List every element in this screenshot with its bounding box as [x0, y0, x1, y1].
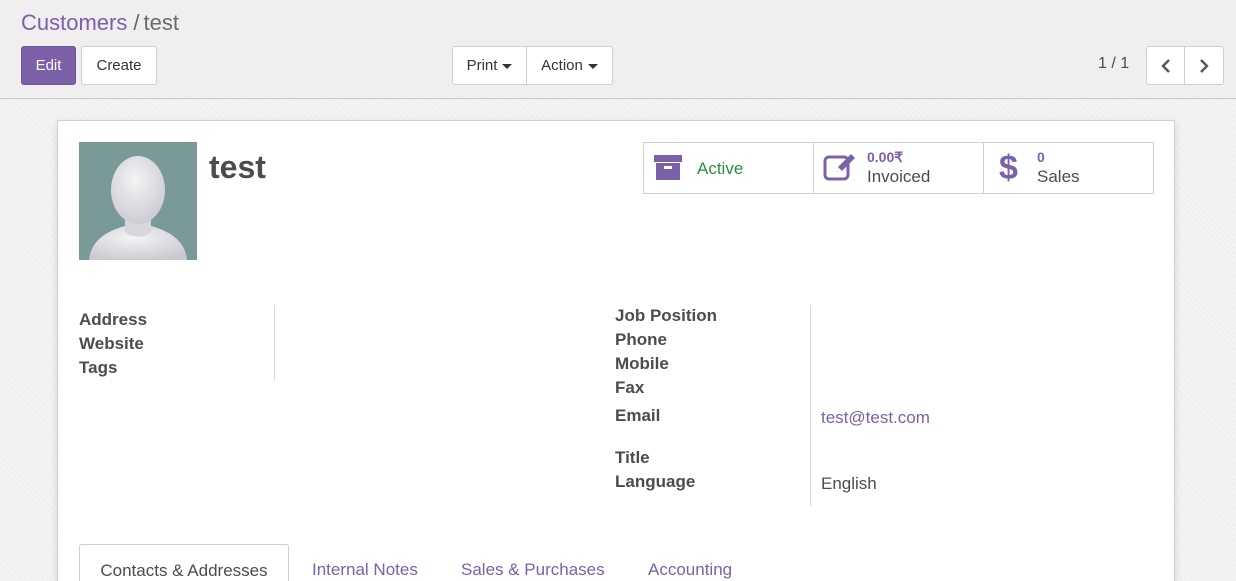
phone-label: Phone — [615, 330, 667, 349]
left-group-divider — [274, 305, 275, 381]
tab-sales-purchases[interactable]: Sales & Purchases — [461, 560, 605, 580]
avatar-placeholder-icon — [89, 156, 187, 260]
caret-down-icon — [502, 63, 513, 69]
mobile-label: Mobile — [615, 354, 669, 373]
action-button-label: Action — [541, 57, 583, 74]
invoiced-value: 0.00₹ — [867, 149, 904, 165]
title-label: Title — [615, 448, 650, 467]
pager-next-button[interactable] — [1184, 46, 1224, 85]
edit-button-label: Edit — [35, 57, 62, 74]
tab-contacts-addresses[interactable]: Contacts & Addresses — [79, 544, 289, 581]
create-button-label: Create — [96, 57, 142, 74]
website-label: Website — [79, 334, 144, 353]
pager-value: 1 / 1 — [1098, 55, 1130, 72]
email-link[interactable]: test@test.com — [821, 408, 930, 428]
language-value: English — [821, 474, 877, 493]
caret-down-icon — [587, 63, 598, 69]
address-label: Address — [79, 310, 148, 329]
invoiced-label: Invoiced — [867, 167, 931, 186]
tags-label: Tags — [79, 358, 118, 377]
job-position-label: Job Position — [615, 306, 717, 325]
svg-text:$: $ — [999, 149, 1018, 183]
partner-name: test — [209, 149, 266, 185]
email-label: Email — [615, 406, 661, 425]
tab-internal-notes[interactable]: Internal Notes — [312, 560, 418, 580]
tab-contacts-addresses-label: Contacts & Addresses — [100, 561, 268, 580]
sales-label: Sales — [1037, 167, 1080, 186]
language-label: Language — [615, 472, 696, 491]
active-label: Active — [697, 159, 744, 178]
action-dropdown-button[interactable]: Action — [526, 46, 613, 85]
breadcrumb-separator: / — [133, 10, 140, 35]
edit-icon — [823, 154, 855, 181]
control-panel: Customers / test Edit Create Print Action … — [0, 0, 1236, 99]
dollar-icon: $ — [999, 149, 1018, 183]
edit-button[interactable]: Edit — [21, 46, 76, 85]
active-toggle-button[interactable]: Active — [643, 142, 814, 194]
print-dropdown-button[interactable]: Print — [452, 46, 527, 85]
breadcrumb-current: test — [143, 10, 179, 35]
pager-previous-button[interactable] — [1146, 46, 1185, 85]
create-button[interactable]: Create — [81, 46, 157, 85]
form-sheet: test Active 0.00₹ Invoiced $ 0 Sales Add… — [57, 120, 1175, 581]
right-group-divider — [810, 305, 811, 506]
archive-icon — [654, 155, 682, 180]
sales-value: 0 — [1037, 149, 1045, 165]
sales-button[interactable]: $ 0 Sales — [983, 142, 1154, 194]
breadcrumb: Customers / test — [21, 10, 179, 36]
chevron-left-icon — [1160, 59, 1170, 73]
invoiced-button[interactable]: 0.00₹ Invoiced — [813, 142, 984, 194]
print-button-label: Print — [466, 57, 498, 74]
tab-accounting[interactable]: Accounting — [648, 560, 732, 580]
avatar[interactable] — [79, 142, 197, 260]
chevron-right-icon — [1200, 59, 1209, 73]
fax-label: Fax — [615, 378, 645, 397]
breadcrumb-customers-link[interactable]: Customers — [21, 10, 127, 35]
